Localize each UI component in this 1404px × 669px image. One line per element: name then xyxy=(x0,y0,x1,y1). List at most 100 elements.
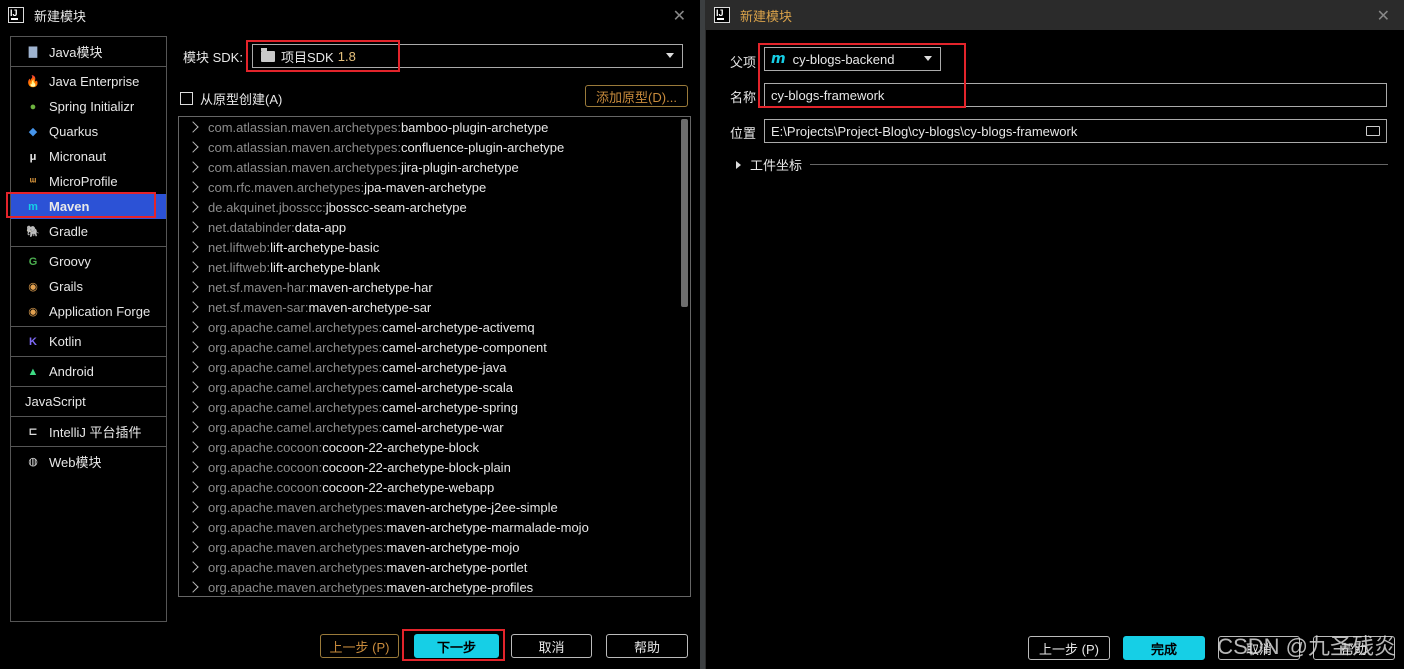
archetype-item[interactable]: org.apache.camel.archetypes: camel-archet… xyxy=(179,357,690,377)
folder-icon: ▇ xyxy=(28,46,38,58)
archetype-artifact-id: maven-archetype-sar xyxy=(308,299,432,315)
archetype-item[interactable]: org.apache.maven.archetypes: maven-archet… xyxy=(179,557,690,577)
archetype-item[interactable]: org.apache.camel.archetypes: camel-archet… xyxy=(179,317,690,337)
artifact-coordinates-toggle[interactable]: 工件坐标 xyxy=(736,155,1388,174)
prev-button[interactable]: 上一步 (P) xyxy=(320,634,399,658)
module-item[interactable]: G Groovy xyxy=(11,249,166,274)
chevron-down-icon xyxy=(666,53,674,58)
module-item[interactable]: ⊏ IntelliJ 平台插件 xyxy=(11,419,166,444)
chevron-right-icon[interactable] xyxy=(187,541,199,553)
archetype-item[interactable]: org.apache.cocoon: cocoon-22-archetype-bl… xyxy=(179,437,690,457)
checkbox-box[interactable] xyxy=(180,92,193,105)
module-item[interactable]: JavaScript xyxy=(11,389,166,414)
chevron-right-icon[interactable] xyxy=(187,581,199,593)
chevron-right-icon[interactable] xyxy=(187,521,199,533)
module-item-label: Grails xyxy=(49,279,83,294)
module-item-label: Java模块 xyxy=(49,45,103,60)
chevron-right-icon[interactable] xyxy=(187,281,199,293)
module-item[interactable]: ◆ Quarkus xyxy=(11,119,166,144)
module-item[interactable]: ◉ Grails xyxy=(11,274,166,299)
chevron-right-icon[interactable] xyxy=(187,461,199,473)
archetype-item[interactable]: net.liftweb: lift-archetype-blank xyxy=(179,257,690,277)
chevron-right-icon[interactable] xyxy=(187,561,199,573)
chevron-right-icon[interactable] xyxy=(187,341,199,353)
archetype-item[interactable]: org.apache.maven.archetypes: maven-archet… xyxy=(179,517,690,537)
highlight-parent-name xyxy=(758,43,966,108)
archetype-artifact-id: maven-archetype-mojo xyxy=(386,539,520,555)
close-icon[interactable]: ✕ xyxy=(1377,6,1390,26)
chevron-right-icon[interactable] xyxy=(187,421,199,433)
module-item[interactable]: 🔥 Java Enterprise xyxy=(11,69,166,94)
chevron-right-icon[interactable] xyxy=(187,501,199,513)
micronaut-icon: μ xyxy=(29,150,37,163)
chevron-right-icon[interactable] xyxy=(187,181,199,193)
archetype-item[interactable]: org.apache.camel.archetypes: camel-archet… xyxy=(179,337,690,357)
close-icon[interactable]: ✕ xyxy=(673,6,686,26)
chevron-right-icon[interactable] xyxy=(187,401,199,413)
chevron-right-icon[interactable] xyxy=(187,261,199,273)
archetype-group-id: org.apache.cocoon: xyxy=(208,459,323,475)
archetype-tree[interactable]: com.atlassian.maven.archetypes: bamboo-pl… xyxy=(178,116,691,597)
archetype-item[interactable]: net.sf.maven-har: maven-archetype-har xyxy=(179,277,690,297)
chevron-right-icon[interactable] xyxy=(187,161,199,173)
archetype-item[interactable]: org.apache.maven.archetypes: maven-archet… xyxy=(179,577,690,596)
chevron-right-icon[interactable] xyxy=(187,301,199,313)
archetype-item[interactable]: com.atlassian.maven.archetypes: bamboo-pl… xyxy=(179,117,690,137)
chevron-right-icon[interactable] xyxy=(187,361,199,373)
archetype-item[interactable]: net.liftweb: lift-archetype-basic xyxy=(179,237,690,257)
archetype-group-id: org.apache.maven.archetypes: xyxy=(208,539,387,555)
scrollbar[interactable] xyxy=(681,119,688,307)
module-item[interactable]: ▇ Java模块 xyxy=(11,39,166,64)
module-item[interactable]: ● Spring Initializr xyxy=(11,94,166,119)
module-item[interactable]: μ Micronaut xyxy=(11,144,166,169)
prev-button[interactable]: 上一步 (P) xyxy=(1028,636,1110,660)
module-item[interactable]: ◉ Application Forge xyxy=(11,299,166,324)
archetype-item[interactable]: org.apache.camel.archetypes: camel-archet… xyxy=(179,377,690,397)
name-label: 名称 xyxy=(730,90,757,105)
chevron-right-icon[interactable] xyxy=(187,201,199,213)
archetype-item[interactable]: com.atlassian.maven.archetypes: jira-plug… xyxy=(179,157,690,177)
chevron-right-icon[interactable] xyxy=(187,141,199,153)
chevron-right-icon[interactable] xyxy=(187,481,199,493)
module-item[interactable]: ᵚ MicroProfile xyxy=(11,169,166,194)
archetype-item[interactable]: org.apache.maven.archetypes: maven-archet… xyxy=(179,537,690,557)
archetype-item[interactable]: org.apache.camel.archetypes: camel-archet… xyxy=(179,417,690,437)
cancel-button[interactable]: 取消 xyxy=(511,634,592,658)
archetype-item[interactable]: com.rfc.maven.archetypes: jpa-maven-arche… xyxy=(179,177,690,197)
finish-button[interactable]: 完成 xyxy=(1123,636,1205,660)
highlight-sdk xyxy=(246,40,400,72)
archetype-item[interactable]: org.apache.maven.archetypes: maven-archet… xyxy=(179,497,690,517)
chevron-right-icon[interactable] xyxy=(187,441,199,453)
module-item[interactable]: ◍ Web模块 xyxy=(11,449,166,474)
location-value: E:\Projects\Project-Blog\cy-blogs\cy-blo… xyxy=(771,123,1078,139)
archetype-group-id: org.apache.camel.archetypes: xyxy=(208,379,383,395)
archetype-item[interactable]: org.apache.camel.archetypes: camel-archet… xyxy=(179,397,690,417)
chevron-right-icon[interactable] xyxy=(187,241,199,253)
chevron-right-icon[interactable] xyxy=(187,221,199,233)
module-group: G Groovy ◉ Grails ◉ Application Forge xyxy=(11,247,166,327)
module-item[interactable]: ▲ Android xyxy=(11,359,166,384)
archetype-item[interactable]: org.apache.cocoon: cocoon-22-archetype-bl… xyxy=(179,457,690,477)
add-archetype-button[interactable]: 添加原型(D)... xyxy=(585,85,688,107)
module-item[interactable]: 🐘 Gradle xyxy=(11,219,166,244)
create-from-archetype-checkbox[interactable]: 从原型创建(A) xyxy=(180,89,282,108)
archetype-item[interactable]: com.atlassian.maven.archetypes: confluenc… xyxy=(179,137,690,157)
archetype-artifact-id: jpa-maven-archetype xyxy=(364,179,487,195)
watermark: CSDN @九圣残炎 xyxy=(1217,634,1396,659)
folder-browse-icon[interactable] xyxy=(1366,126,1380,136)
chevron-right-icon[interactable] xyxy=(187,121,199,133)
module-group: ▇ Java模块 xyxy=(11,37,166,67)
module-item[interactable]: K Kotlin xyxy=(11,329,166,354)
help-button[interactable]: 帮助 xyxy=(606,634,688,658)
archetype-item[interactable]: de.akquinet.jbosscc: jbosscc-seam-archety… xyxy=(179,197,690,217)
location-field[interactable]: E:\Projects\Project-Blog\cy-blogs\cy-blo… xyxy=(764,119,1387,143)
archetype-artifact-id: maven-archetype-har xyxy=(309,279,433,295)
archetype-item[interactable]: net.sf.maven-sar: maven-archetype-sar xyxy=(179,297,690,317)
kotlin-icon: K xyxy=(29,335,37,348)
module-item-label: Groovy xyxy=(49,254,91,269)
archetype-item[interactable]: org.apache.cocoon: cocoon-22-archetype-we… xyxy=(179,477,690,497)
archetype-item[interactable]: net.databinder: data-app xyxy=(179,217,690,237)
module-item-label: IntelliJ 平台插件 xyxy=(49,425,142,440)
chevron-right-icon[interactable] xyxy=(187,381,199,393)
chevron-right-icon[interactable] xyxy=(187,321,199,333)
